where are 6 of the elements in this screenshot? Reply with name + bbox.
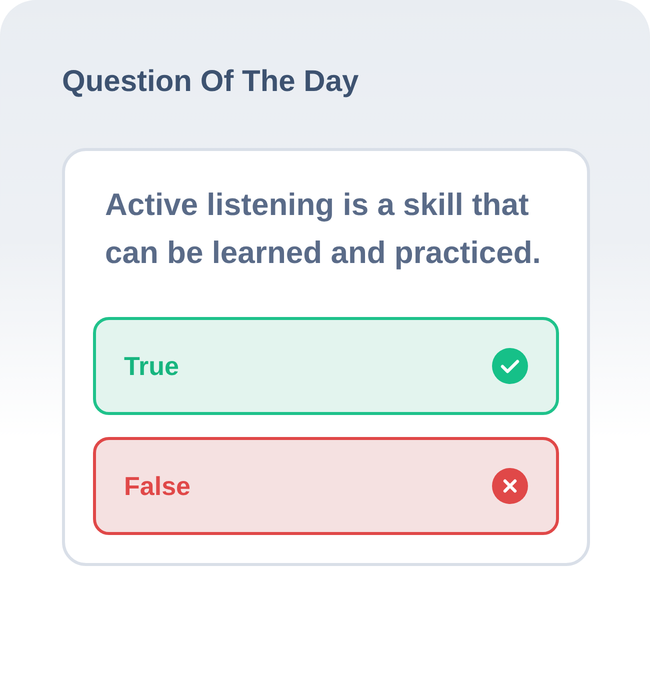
answer-option[interactable]: True <box>93 317 559 415</box>
answer-option[interactable]: False <box>93 437 559 535</box>
panel-title: Question Of The Day <box>62 64 360 100</box>
cross-icon <box>492 468 528 504</box>
check-icon <box>492 348 528 384</box>
question-text: Active listening is a skill that can be learned and practiced. <box>105 186 542 272</box>
